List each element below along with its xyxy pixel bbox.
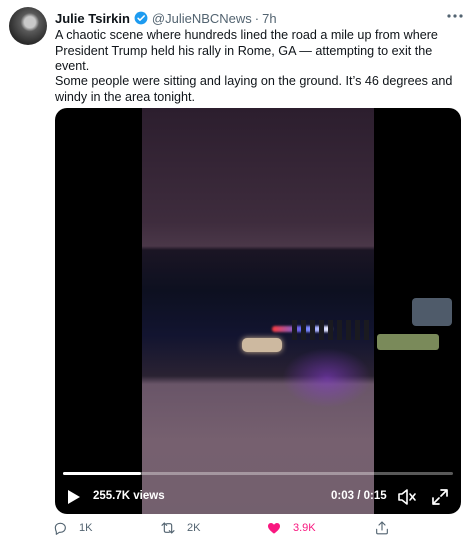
like-button[interactable]: 3.9K bbox=[266, 520, 316, 536]
tweet-actions: 1K 2K 3.9K bbox=[52, 520, 462, 540]
video-scene-banner bbox=[377, 334, 439, 350]
timestamp[interactable]: 7h bbox=[262, 11, 276, 26]
tweet-text-paragraph-1: A chaotic scene where hundreds lined the… bbox=[55, 28, 438, 73]
volume-mute-icon[interactable] bbox=[397, 488, 417, 506]
retweet-icon bbox=[161, 522, 175, 534]
tweet-text-paragraph-2: Some people were sitting and laying on t… bbox=[55, 74, 453, 104]
video-player[interactable]: 255.7K views 0:03 / 0:15 bbox=[55, 108, 461, 514]
video-scene-sign bbox=[412, 298, 452, 326]
play-icon[interactable] bbox=[67, 489, 81, 505]
view-count: 255.7K views bbox=[93, 490, 165, 502]
reply-button[interactable]: 1K bbox=[52, 520, 92, 536]
tweet-header: Julie Tsirkin @JulieNBCNews · 7h bbox=[55, 8, 277, 28]
avatar[interactable] bbox=[9, 7, 47, 45]
video-scene-car bbox=[242, 338, 282, 352]
more-icon[interactable] bbox=[444, 8, 466, 24]
reply-icon bbox=[54, 522, 66, 535]
share-button[interactable] bbox=[374, 520, 390, 536]
like-heart-icon bbox=[268, 523, 280, 534]
author-name[interactable]: Julie Tsirkin bbox=[55, 11, 130, 26]
like-count: 3.9K bbox=[293, 522, 316, 534]
video-progress-fill bbox=[63, 472, 141, 475]
video-time: 0:03 / 0:15 bbox=[331, 490, 387, 502]
separator-dot: · bbox=[254, 10, 260, 26]
reply-count: 1K bbox=[79, 522, 93, 534]
video-scene-glow bbox=[282, 348, 372, 408]
verified-badge-icon bbox=[134, 11, 148, 25]
fullscreen-icon[interactable] bbox=[431, 488, 449, 506]
share-icon bbox=[376, 521, 388, 535]
video-controls: 255.7K views 0:03 / 0:15 bbox=[55, 484, 461, 508]
retweet-count: 2K bbox=[187, 522, 201, 534]
video-frame[interactable] bbox=[142, 108, 452, 514]
author-handle[interactable]: @JulieNBCNews bbox=[152, 11, 252, 26]
video-scene-crowd bbox=[292, 320, 372, 340]
tweet-card[interactable]: Julie Tsirkin @JulieNBCNews · 7h A chaot… bbox=[0, 0, 474, 542]
video-progress-bar[interactable] bbox=[63, 472, 453, 475]
retweet-button[interactable]: 2K bbox=[160, 520, 200, 536]
